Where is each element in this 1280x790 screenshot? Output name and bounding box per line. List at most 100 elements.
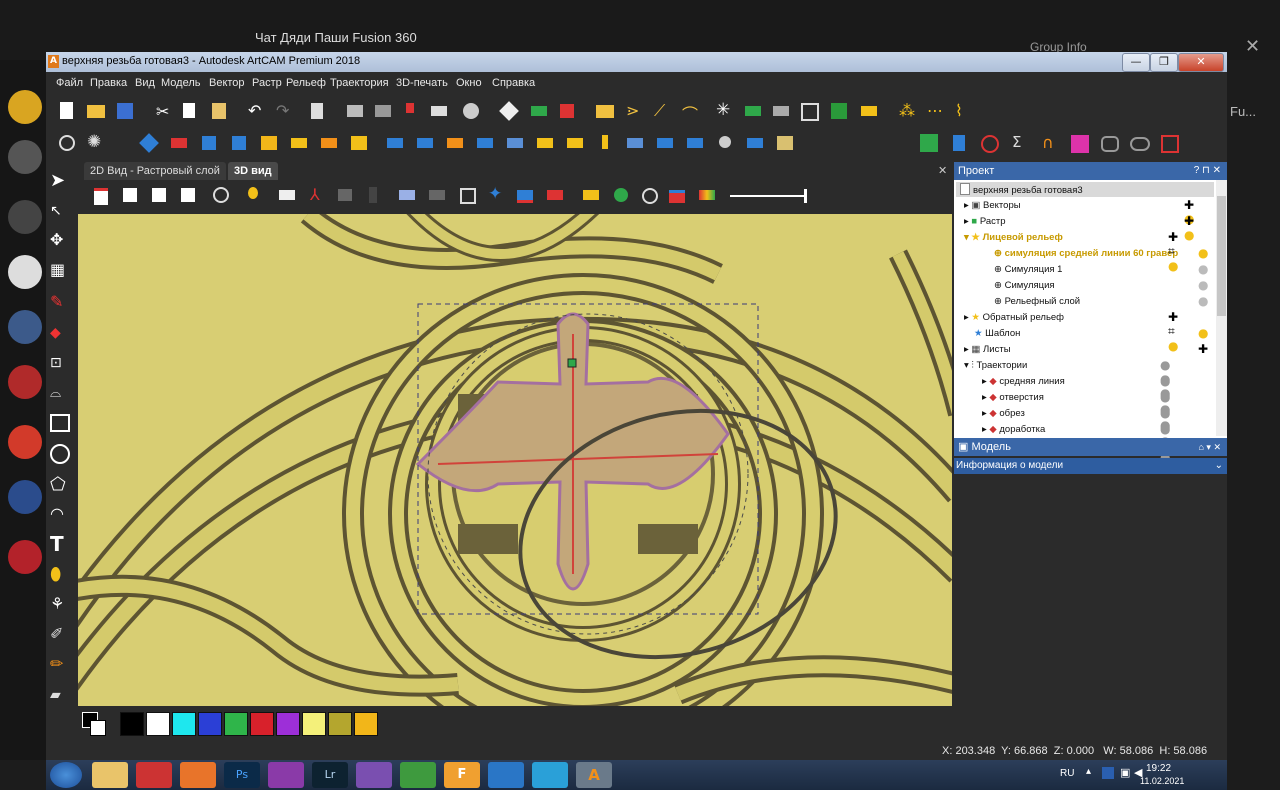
swatch-purple[interactable] bbox=[276, 712, 300, 736]
text-tool-icon[interactable]: T bbox=[50, 532, 72, 556]
green-dots-icon[interactable] bbox=[610, 184, 632, 206]
arc-icon[interactable]: ◠ bbox=[50, 504, 72, 526]
add-green-icon[interactable] bbox=[918, 132, 940, 154]
undo-icon[interactable]: ↶ bbox=[244, 100, 266, 122]
eraser-red-icon[interactable] bbox=[168, 132, 190, 154]
tab-2d-view[interactable]: 2D Вид - Растровый слой bbox=[84, 162, 226, 180]
relief-blue-5-icon[interactable] bbox=[414, 132, 436, 154]
spiral-icon[interactable] bbox=[978, 132, 1000, 154]
rainbow-icon[interactable] bbox=[696, 184, 718, 206]
screenshot-taskbar-icon[interactable] bbox=[136, 762, 172, 788]
menu-help[interactable]: Справка bbox=[492, 77, 535, 89]
swatch-cyan[interactable] bbox=[172, 712, 196, 736]
tree-item-holes[interactable]: ▸ ◆ отверстия bbox=[982, 392, 1044, 403]
relief-yellow-3-icon[interactable] bbox=[564, 132, 586, 154]
polygon-icon[interactable]: ⬠ bbox=[50, 474, 72, 496]
tree-item-rework[interactable]: ▸ ◆ доработка bbox=[982, 424, 1045, 435]
nodes-yellow-icon[interactable]: ⁂ bbox=[896, 100, 918, 122]
relief-shape-icon[interactable] bbox=[742, 100, 764, 122]
surface-red-icon[interactable] bbox=[544, 184, 566, 206]
stack-icon[interactable] bbox=[344, 100, 366, 122]
menu-window[interactable]: Окно bbox=[456, 77, 482, 89]
relief-blue-2-icon[interactable] bbox=[198, 132, 220, 154]
bucket-icon[interactable] bbox=[498, 100, 520, 122]
cube-front-icon[interactable] bbox=[119, 184, 141, 206]
zoom-icon[interactable] bbox=[210, 184, 232, 206]
swatch-red[interactable] bbox=[250, 712, 274, 736]
gear-shape-icon[interactable]: ✺ bbox=[85, 132, 107, 154]
menu-file[interactable]: Файл bbox=[56, 77, 83, 89]
redo-icon[interactable]: ↷ bbox=[272, 100, 294, 122]
green-layers-icon[interactable] bbox=[828, 100, 850, 122]
relief-blue-8-icon[interactable] bbox=[624, 132, 646, 154]
open-folder-icon[interactable] bbox=[85, 100, 107, 122]
crosshair-red-icon[interactable] bbox=[1158, 132, 1180, 154]
chevron-down-icon[interactable]: ⌄ bbox=[1215, 458, 1223, 474]
explorer-taskbar-icon[interactable] bbox=[92, 762, 128, 788]
project-panel-controls[interactable]: ? ⊓ ✕ bbox=[1194, 162, 1221, 180]
star-folder-icon[interactable] bbox=[348, 132, 370, 154]
texture-icon[interactable] bbox=[258, 132, 280, 154]
tree-item-relief-layer[interactable]: ⊕ Рельефный слой bbox=[994, 296, 1080, 307]
swatch-green[interactable] bbox=[224, 712, 248, 736]
title-bar[interactable]: A верхняя резьба готовая3 - Autodesk Art… bbox=[46, 52, 1227, 72]
pen-red-icon[interactable]: ✎ bbox=[50, 292, 72, 314]
tree-item-sheets[interactable]: ▸ ▦ Листы bbox=[964, 344, 1011, 355]
node-select-icon[interactable]: ↖ bbox=[50, 200, 72, 222]
surface-red-blue-icon[interactable] bbox=[514, 184, 536, 206]
cut-icon[interactable]: ✂ bbox=[150, 100, 172, 122]
model-info-header[interactable]: Информация о модели ⌄ bbox=[954, 458, 1227, 474]
polyline-icon[interactable]: ⌓ bbox=[50, 382, 72, 404]
menu-raster[interactable]: Растр bbox=[252, 77, 282, 89]
compass-icon[interactable] bbox=[456, 184, 478, 206]
opacity-slider[interactable] bbox=[730, 195, 806, 197]
layers-icon[interactable] bbox=[428, 100, 450, 122]
axes-icon[interactable]: ⅄ bbox=[306, 184, 328, 206]
app-blue-taskbar-icon[interactable] bbox=[488, 762, 524, 788]
network-icon[interactable] bbox=[460, 100, 482, 122]
swatch-light-yellow[interactable] bbox=[302, 712, 326, 736]
menu-view[interactable]: Вид bbox=[135, 77, 155, 89]
profile-icon[interactable]: Σ bbox=[1008, 132, 1030, 154]
swatch-blue[interactable] bbox=[198, 712, 222, 736]
oval-icon[interactable] bbox=[1128, 132, 1150, 154]
menu-toolpath[interactable]: Траектория bbox=[330, 77, 389, 89]
relief-yellow-icon[interactable] bbox=[288, 132, 310, 154]
floppy-taskbar-icon[interactable] bbox=[268, 762, 304, 788]
tree-item-raster[interactable]: ▸ ■ Растр bbox=[964, 216, 1006, 227]
colored-tool-icon[interactable] bbox=[666, 184, 688, 206]
arch-icon[interactable]: ∩ bbox=[1038, 132, 1060, 154]
tree-item-sim[interactable]: ⊕ Симуляция bbox=[994, 280, 1055, 291]
dots-row-icon[interactable]: ⋯ bbox=[924, 100, 946, 122]
paste-icon[interactable] bbox=[208, 100, 230, 122]
project-scrollbar[interactable] bbox=[1216, 180, 1227, 436]
tray-language[interactable]: RU bbox=[1060, 768, 1074, 779]
relief-blue-4-icon[interactable] bbox=[384, 132, 406, 154]
swatch-black[interactable] bbox=[120, 712, 144, 736]
tab-3d-view[interactable]: 3D вид bbox=[228, 162, 278, 180]
relief-blue-10-icon[interactable] bbox=[684, 132, 706, 154]
tree-item-vectors[interactable]: ▸ ▣ Векторы bbox=[964, 200, 1021, 211]
drop-yellow-icon[interactable]: ⬮ bbox=[50, 564, 72, 586]
iso-view-icon[interactable] bbox=[90, 184, 112, 206]
view-close-icon[interactable]: ✕ bbox=[938, 164, 947, 177]
3d-viewport[interactable] bbox=[78, 214, 952, 706]
move-icon[interactable]: ✥ bbox=[50, 230, 72, 252]
menu-model[interactable]: Модель bbox=[161, 77, 200, 89]
tree-item-back-relief[interactable]: ▸ ★ Обратный рельеф bbox=[964, 312, 1064, 323]
tray-date[interactable]: 11.02.2021 bbox=[1140, 776, 1184, 786]
background-color-swatch[interactable] bbox=[90, 720, 106, 736]
tree-item-front-relief[interactable]: ▾ ★ Лицевой рельеф bbox=[964, 232, 1063, 243]
relief-blue-7-icon[interactable] bbox=[504, 132, 526, 154]
surface-grey-icon[interactable] bbox=[426, 184, 448, 206]
relief-yellow-2-icon[interactable] bbox=[534, 132, 556, 154]
magnifier-icon[interactable] bbox=[56, 132, 78, 154]
curve-icon[interactable]: ⌒ bbox=[678, 100, 700, 124]
eraser-icon[interactable]: ◆ bbox=[50, 322, 72, 344]
lightroom-taskbar-icon[interactable]: Lr bbox=[312, 762, 348, 788]
relief-grey-icon[interactable] bbox=[770, 100, 792, 122]
viber-taskbar-icon[interactable] bbox=[356, 762, 392, 788]
puzzle-icon[interactable] bbox=[334, 184, 356, 206]
pin-icon[interactable] bbox=[594, 132, 616, 154]
new-file-icon[interactable] bbox=[56, 100, 78, 122]
